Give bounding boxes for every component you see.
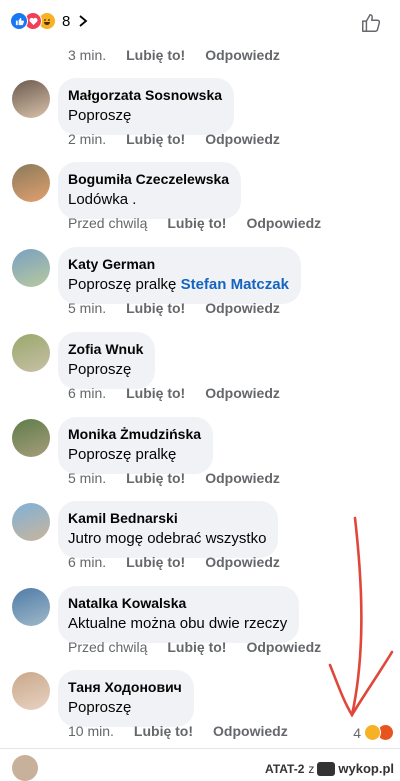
comment-time: 6 min. (68, 385, 107, 401)
avatar[interactable] (12, 503, 50, 541)
avatar[interactable] (12, 249, 50, 287)
red-arrow-annotation (328, 516, 394, 718)
reply-button[interactable]: Odpowiedz (205, 385, 280, 401)
reply-button[interactable]: Odpowiedz (205, 300, 280, 316)
comment-bubble[interactable]: Monika Żmudzińska Poproszę pralkę (58, 417, 214, 474)
comment-time: Przed chwilą (68, 215, 148, 231)
chevron-right-icon (79, 15, 88, 27)
comment-body: Lodówka . (68, 191, 137, 208)
comment-bubble[interactable]: Kamil Bednarski Jutro mogę odebrać wszyst… (58, 501, 279, 558)
comment-meta: 5 min. Lubię to! Odpowiedz (68, 470, 300, 486)
mention-link[interactable]: Stefan Matczak (181, 276, 289, 293)
comment-author[interactable]: Kamil Bednarski (68, 509, 266, 527)
comment-body: Poproszę (68, 699, 132, 716)
comment-author[interactable]: Monika Żmudzińska (68, 425, 201, 443)
like-button[interactable]: Lubię to! (126, 47, 185, 63)
comment-meta: 2 min. Lubię to! Odpowiedz (68, 131, 300, 147)
comment-time: 2 min. (68, 131, 107, 147)
like-button[interactable]: Lubię to! (134, 723, 193, 739)
comment-time: 5 min. (68, 300, 107, 316)
watermark: ATAT-2 z wykop.pl (265, 761, 394, 776)
comment-meta: 6 min. Lubię to! Odpowiedz (68, 554, 300, 570)
comment-author[interactable]: Zofia Wnuk (68, 340, 143, 358)
like-button[interactable]: Lubię to! (126, 300, 185, 316)
post-reaction-bar: 8 (0, 0, 400, 44)
avatar[interactable] (12, 588, 50, 626)
thumbs-up-icon[interactable] (360, 12, 382, 34)
comment-text: Poproszę (68, 360, 143, 380)
comment-bubble[interactable]: Małgorzata Sosnowska Poproszę (58, 78, 235, 135)
watermark-site: wykop.pl (338, 761, 394, 776)
like-button[interactable]: Lubię to! (167, 639, 226, 655)
comment-body: Jutro mogę odebrać wszystko (68, 530, 267, 547)
comment-meta: 3 min. Lubię to! Odpowiedz (68, 47, 300, 63)
like-button[interactable]: Lubię to! (126, 554, 185, 570)
comment-time: 3 min. (68, 47, 107, 63)
watermark-separator: z (308, 761, 315, 776)
avatar[interactable] (12, 164, 50, 202)
reaction-count: 8 (62, 12, 71, 30)
comment-author[interactable]: Małgorzata Sosnowska (68, 86, 222, 104)
comment-bubble[interactable]: Таня Ходонович Poproszę (58, 670, 194, 727)
reaction-summary[interactable]: 8 (10, 12, 90, 30)
comment-meta: Przed chwilą Lubię to! Odpowiedz (68, 215, 341, 231)
like-button[interactable]: Lubię to! (126, 470, 185, 486)
comment-text: Poproszę pralkę (68, 445, 201, 465)
comment-time: 10 min. (68, 723, 114, 739)
comment-body: Poproszę pralkę (68, 446, 177, 463)
comment-author[interactable]: Katy German (68, 255, 289, 273)
reply-button[interactable]: Odpowiedz (205, 47, 280, 63)
comment-author[interactable]: Natalka Kowalska (68, 594, 287, 612)
reply-button[interactable]: Odpowiedz (205, 470, 280, 486)
comment-body: Poproszę pralkę (68, 276, 177, 293)
comment-meta: 5 min. Lubię to! Odpowiedz (68, 300, 300, 316)
comment-text: Jutro mogę odebrać wszystko (68, 529, 266, 549)
comment-bubble[interactable]: Zofia Wnuk Poproszę (58, 332, 156, 389)
avatar[interactable] (12, 80, 50, 118)
watermark-user: ATAT-2 (265, 761, 305, 776)
comment-bubble[interactable]: Bogumiła Czeczelewska Lodówka . (58, 162, 242, 219)
comment-time: Przed chwilą (68, 639, 148, 655)
reply-button[interactable]: Odpowiedz (246, 215, 321, 231)
wykop-logo-icon (317, 761, 336, 776)
like-button[interactable]: Lubię to! (167, 215, 226, 231)
comment-author[interactable]: Bogumiła Czeczelewska (68, 170, 229, 188)
comment-text: Poproszę (68, 698, 182, 718)
comment-text: Poproszę (68, 106, 222, 126)
comment-time: 6 min. (68, 554, 107, 570)
comment-text: Aktualne można obu dwie rzeczy (68, 614, 287, 634)
avatar[interactable] (12, 334, 50, 372)
avatar[interactable] (12, 419, 50, 457)
comment-meta: 10 min. Lubię to! Odpowiedz (68, 723, 308, 739)
like-button[interactable]: Lubię to! (126, 385, 185, 401)
like-button[interactable]: Lubię to! (126, 131, 185, 147)
comment-body: Aktualne można obu dwie rzeczy (68, 615, 288, 632)
comment-body: Poproszę (68, 361, 132, 378)
comment-bubble[interactable]: Katy German Poproszę pralkę Stefan Matcza… (58, 247, 301, 304)
like-icon (10, 12, 28, 30)
comment-time: 5 min. (68, 470, 107, 486)
comment-author[interactable]: Таня Ходонович (68, 678, 182, 696)
reply-button[interactable]: Odpowiedz (205, 554, 280, 570)
avatar (12, 755, 38, 781)
comment-text: Poproszę pralkę Stefan Matczak (68, 275, 289, 295)
avatar[interactable] (12, 672, 50, 710)
comment-composer-bar: ATAT-2 z wykop.pl (0, 748, 400, 781)
comment-text: Lodówka . (68, 190, 229, 210)
comment-bubble[interactable]: Natalka Kowalska Aktualne można obu dwie … (58, 586, 300, 643)
haha-icon (364, 724, 381, 741)
comment-body: Poproszę (68, 107, 132, 124)
reply-button[interactable]: Odpowiedz (205, 131, 280, 147)
reply-button[interactable]: Odpowiedz (213, 723, 288, 739)
comment-meta: 6 min. Lubię to! Odpowiedz (68, 385, 300, 401)
